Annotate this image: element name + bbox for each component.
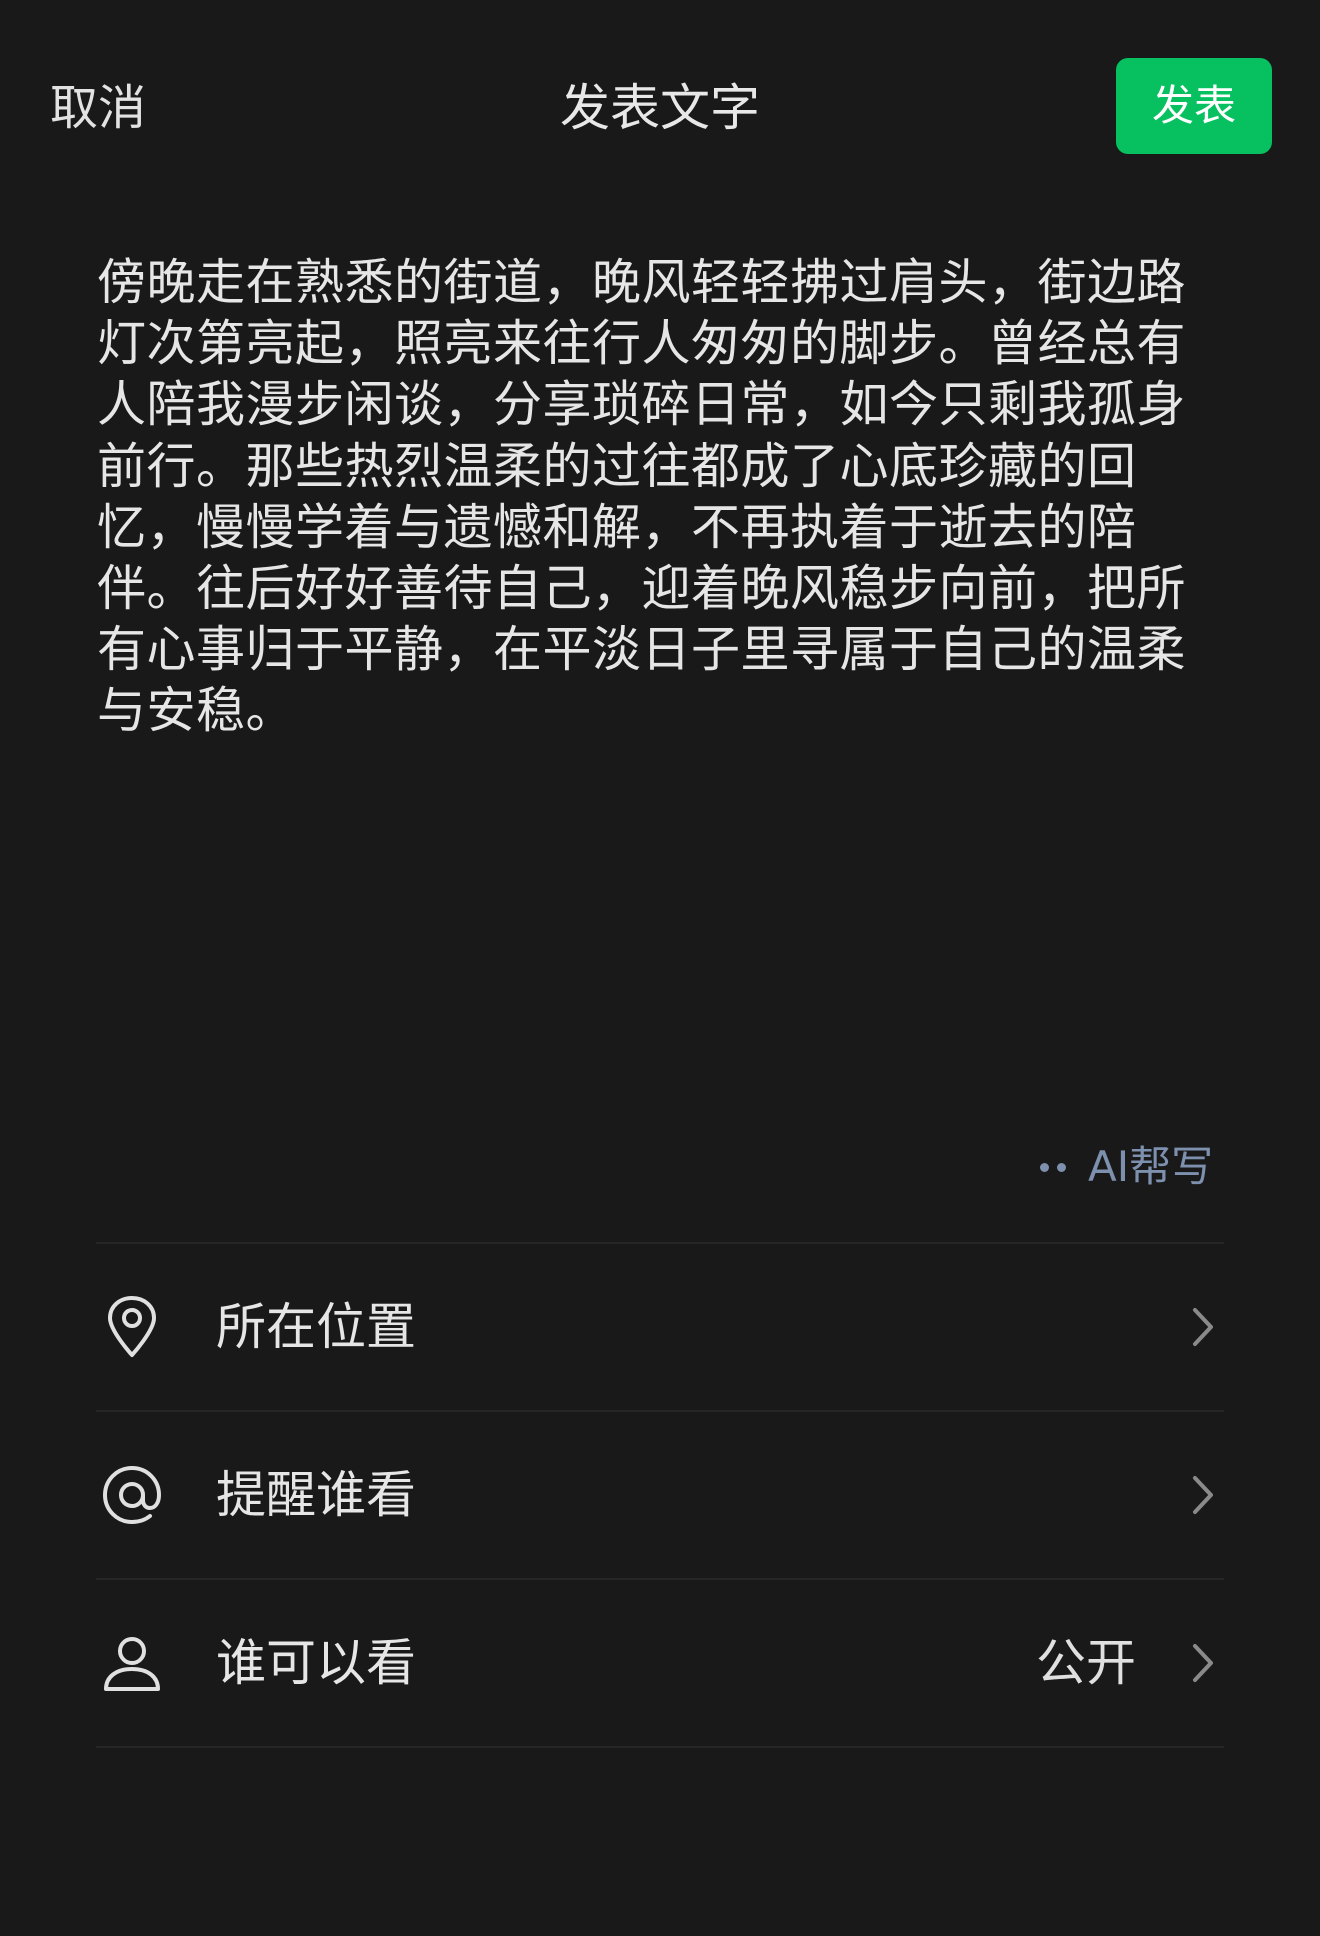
divider xyxy=(96,1746,1224,1748)
option-label: 所在位置 xyxy=(216,1298,416,1356)
ai-help-label: AI帮写 xyxy=(1088,1142,1214,1191)
two-dots-icon xyxy=(1040,1162,1066,1172)
publish-button[interactable]: 发表 xyxy=(1116,58,1272,154)
visibility-value: 公开 xyxy=(1036,1634,1136,1692)
chevron-right-icon xyxy=(1188,1473,1218,1517)
post-options-list: 所在位置 提醒谁看 谁可以看 公开 xyxy=(96,1242,1224,1748)
option-label: 提醒谁看 xyxy=(216,1466,416,1524)
option-location[interactable]: 所在位置 xyxy=(96,1244,1224,1410)
person-icon xyxy=(100,1631,164,1695)
at-sign-icon xyxy=(100,1463,164,1527)
chevron-right-icon xyxy=(1188,1305,1218,1349)
option-label: 谁可以看 xyxy=(216,1634,416,1692)
ghost-text xyxy=(520,942,810,992)
chevron-right-icon xyxy=(1188,1641,1218,1685)
post-text-input[interactable]: 傍晚走在熟悉的街道，晚风轻轻拂过肩头，街边路灯次第亮起，照亮来往行人匆匆的脚步。… xyxy=(97,252,1227,742)
moments-text-post-screen: 取消 发表文字 发表 傍晚走在熟悉的街道，晚风轻轻拂过肩头，街边路灯次第亮起，照… xyxy=(0,0,1320,1936)
location-pin-icon xyxy=(100,1295,164,1359)
option-visibility[interactable]: 谁可以看 公开 xyxy=(96,1580,1224,1746)
option-mention[interactable]: 提醒谁看 xyxy=(96,1412,1224,1578)
header-bar: 取消 发表文字 发表 xyxy=(0,0,1320,215)
ai-help-button[interactable]: AI帮写 xyxy=(1040,1142,1213,1192)
